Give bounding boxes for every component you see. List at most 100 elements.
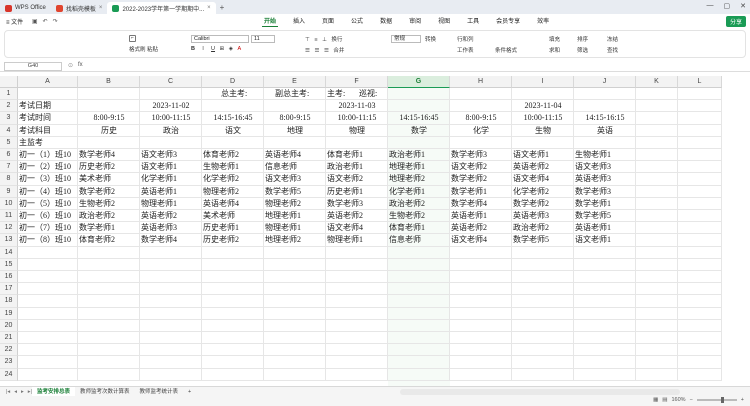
sort-button[interactable]: 排序	[577, 35, 588, 43]
grid-cell[interactable]	[264, 283, 326, 296]
grid-cell[interactable]	[450, 368, 512, 381]
menu-tab[interactable]: 视图	[436, 15, 452, 27]
grid-cell[interactable]	[326, 246, 388, 259]
row-header[interactable]: 18	[0, 295, 18, 308]
row-header[interactable]: 8	[0, 173, 18, 186]
cell-value[interactable]: 化学	[450, 125, 512, 137]
menu-tab[interactable]: 会员专享	[494, 15, 522, 27]
grid-cell[interactable]	[574, 100, 636, 113]
grid-cell[interactable]	[388, 246, 450, 259]
row-header[interactable]: 20	[0, 319, 18, 332]
grid-cell[interactable]	[636, 258, 678, 271]
row-header[interactable]: 19	[0, 307, 18, 320]
grid-cell[interactable]	[574, 332, 636, 345]
column-header[interactable]: J	[574, 76, 636, 88]
cell-value[interactable]: 2023-11-04	[512, 100, 574, 112]
grid-cell[interactable]	[574, 368, 636, 381]
cell-value[interactable]: 英语	[574, 125, 636, 137]
menu-tab[interactable]: 页面	[320, 15, 336, 27]
grid-cell[interactable]	[450, 344, 512, 357]
grid-cell[interactable]	[78, 258, 140, 271]
grid-cell[interactable]	[326, 319, 388, 332]
cell-value[interactable]: 地理	[264, 125, 326, 137]
border-icon[interactable]: ⊞	[220, 46, 225, 52]
grid-cell[interactable]	[140, 258, 202, 271]
grid-cell[interactable]	[202, 246, 264, 259]
grid-cell[interactable]	[202, 332, 264, 345]
grid-cell[interactable]	[18, 344, 78, 357]
grid-cell[interactable]	[78, 295, 140, 308]
window-tab[interactable]: 找稻壳模板 ×	[51, 2, 108, 14]
font-name-select[interactable]: Calibri	[191, 35, 249, 43]
row-header[interactable]: 7	[0, 161, 18, 174]
grid-cell[interactable]	[140, 332, 202, 345]
grid-cell[interactable]	[388, 136, 450, 149]
add-sheet-button[interactable]: +	[183, 387, 196, 397]
cell-value[interactable]: 英语老师1	[574, 222, 676, 234]
grid-cell[interactable]	[264, 368, 326, 381]
cell-value[interactable]: 10:00-11:15	[512, 112, 574, 124]
row-header[interactable]: 9	[0, 185, 18, 198]
window-tab[interactable]: WPS Office	[0, 2, 51, 14]
share-button[interactable]: 分享	[725, 16, 746, 27]
menu-tab[interactable]: 效率	[535, 15, 551, 27]
grid-cell[interactable]	[636, 100, 678, 113]
grid-cell[interactable]	[202, 368, 264, 381]
grid-cell[interactable]	[636, 319, 678, 332]
grid-cell[interactable]	[264, 100, 326, 113]
sheet-tab[interactable]: 教师监考次数计算表	[75, 387, 135, 397]
menu-tab[interactable]: 工具	[465, 15, 481, 27]
window-tab[interactable]: 2022-2023学年第一学期期中... ×	[107, 2, 216, 14]
grid-cell[interactable]	[388, 332, 450, 345]
first-sheet-icon[interactable]: |◂	[6, 389, 10, 395]
grid-cell[interactable]	[678, 88, 722, 101]
grid-cell[interactable]	[18, 246, 78, 259]
row-header[interactable]: 4	[0, 124, 18, 137]
bold-button[interactable]: B	[191, 46, 195, 52]
fx-icon[interactable]: fx	[78, 62, 83, 68]
grid-cell[interactable]	[678, 332, 722, 345]
grid-cell[interactable]	[678, 112, 722, 125]
row-header[interactable]: 22	[0, 344, 18, 357]
cell-value[interactable]: 10:00-11:15	[140, 112, 202, 124]
grid-cell[interactable]	[636, 112, 678, 125]
grid-cell[interactable]	[140, 344, 202, 357]
grid-cell[interactable]	[678, 124, 722, 137]
close-tab-icon[interactable]: ×	[99, 5, 103, 11]
grid-cell[interactable]	[388, 283, 450, 296]
grid-cell[interactable]	[512, 283, 574, 296]
grid-cell[interactable]	[78, 271, 140, 284]
row-header[interactable]: 13	[0, 234, 18, 247]
column-header[interactable]: A	[18, 76, 78, 88]
grid-cell[interactable]	[574, 258, 636, 271]
grid-cell[interactable]	[678, 210, 722, 223]
cell-value[interactable]: 英语老师3	[574, 173, 676, 185]
underline-button[interactable]: U	[211, 46, 215, 52]
grid-cell[interactable]	[78, 88, 140, 101]
grid-cell[interactable]	[202, 283, 264, 296]
grid-cell[interactable]	[140, 319, 202, 332]
grid-cell[interactable]	[18, 271, 78, 284]
grid-cell[interactable]	[636, 368, 678, 381]
filter-button[interactable]: 筛选	[577, 46, 588, 54]
grid-cell[interactable]	[78, 332, 140, 345]
grid-cell[interactable]	[512, 368, 574, 381]
grid-cell[interactable]	[450, 246, 512, 259]
grid-cell[interactable]	[202, 344, 264, 357]
zoom-level[interactable]: 160%	[671, 397, 685, 403]
grid-cell[interactable]	[18, 356, 78, 369]
grid-cell[interactable]	[18, 258, 78, 271]
fill-color-icon[interactable]: ◈	[229, 46, 233, 52]
grid-cell[interactable]	[78, 368, 140, 381]
grid-cell[interactable]	[574, 271, 636, 284]
undo-icon[interactable]: ↶	[43, 18, 48, 25]
cell-value[interactable]: 考试日期	[18, 100, 118, 112]
align-right-icon[interactable]: ☰	[324, 48, 329, 54]
zoom-in-icon[interactable]: +	[741, 397, 744, 403]
grid-cell[interactable]	[450, 295, 512, 308]
grid-cell[interactable]	[18, 368, 78, 381]
grid-cell[interactable]	[450, 100, 512, 113]
worksheet-button[interactable]: 工作表	[457, 46, 474, 54]
grid-cell[interactable]	[678, 173, 722, 186]
grid-cell[interactable]	[450, 136, 512, 149]
